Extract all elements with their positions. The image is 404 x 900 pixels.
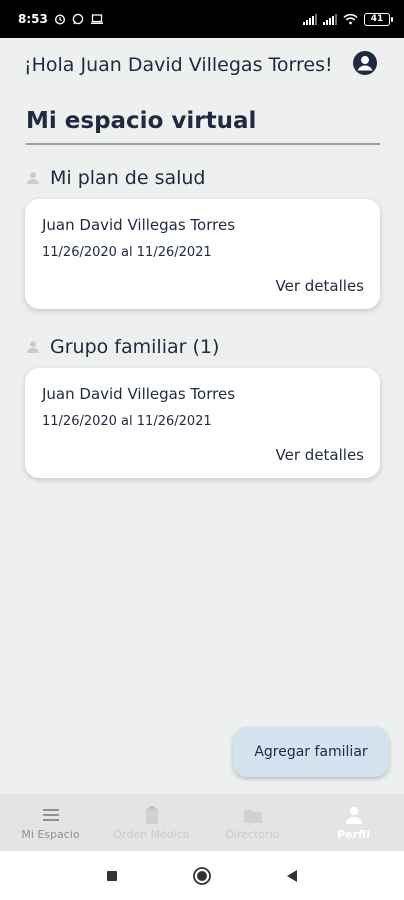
view-details-link[interactable]: Ver detalles xyxy=(276,446,364,464)
section-title-plan: Mi plan de salud xyxy=(50,167,206,189)
greeting-text: ¡Hola Juan David Villegas Torres! xyxy=(24,54,333,76)
status-left: 8:53 xyxy=(18,12,104,26)
title-divider xyxy=(26,143,380,145)
system-nav-bar xyxy=(0,851,404,900)
status-right: 41 xyxy=(303,12,393,26)
person-icon xyxy=(345,806,362,824)
section-title-family: Grupo familiar (1) xyxy=(50,336,220,358)
card-date-range: 11/26/2020 al 11/26/2021 xyxy=(42,414,212,429)
menu-icon xyxy=(42,808,59,821)
status-bar: 8:53 41 xyxy=(0,0,404,38)
signal-icon xyxy=(303,13,317,25)
battery-level: 41 xyxy=(370,14,384,24)
card-member-name: Juan David Villegas Torres xyxy=(42,216,236,234)
family-card[interactable]: Juan David Villegas Torres 11/26/2020 al… xyxy=(25,368,380,478)
home-circle-icon[interactable] xyxy=(192,866,212,886)
add-family-button[interactable]: Agregar familiar xyxy=(233,727,389,777)
nav-item-perfil[interactable]: Perfil xyxy=(303,794,404,851)
section-header-plan: Mi plan de salud xyxy=(26,167,206,189)
view-details-link[interactable]: Ver detalles xyxy=(276,277,364,295)
whatsapp-icon xyxy=(72,13,84,25)
account-circle-icon[interactable] xyxy=(352,50,378,76)
battery-icon: 41 xyxy=(364,12,393,26)
back-triangle-icon[interactable] xyxy=(282,866,302,886)
wifi-icon xyxy=(343,13,358,25)
page-title: Mi espacio virtual xyxy=(26,108,257,134)
nav-label: Perfil xyxy=(337,827,370,841)
nav-item-mi-espacio[interactable]: Mi Espacio xyxy=(0,794,101,851)
nav-item-directorio[interactable]: Directorio xyxy=(202,794,303,851)
nav-item-orden-medica[interactable]: Orden Médica xyxy=(101,794,202,851)
card-member-name: Juan David Villegas Torres xyxy=(42,385,236,403)
status-time: 8:53 xyxy=(18,12,48,26)
recents-square-icon[interactable] xyxy=(102,866,122,886)
laptop-icon xyxy=(90,14,103,24)
nav-label: Directorio xyxy=(225,827,280,841)
card-date-range: 11/26/2020 al 11/26/2021 xyxy=(42,245,212,260)
clipboard-icon xyxy=(145,805,158,824)
person-icon xyxy=(27,341,39,353)
signal-icon xyxy=(323,13,337,25)
nav-label: Mi Espacio xyxy=(21,827,80,841)
plan-card[interactable]: Juan David Villegas Torres 11/26/2020 al… xyxy=(25,199,380,309)
nav-label: Orden Médica xyxy=(113,827,190,841)
folder-icon xyxy=(243,809,262,823)
bottom-nav: Mi Espacio Orden Médica Directorio Perfi… xyxy=(0,794,404,851)
person-icon xyxy=(27,172,39,184)
section-header-family: Grupo familiar (1) xyxy=(26,336,219,358)
alarm-icon xyxy=(54,14,65,25)
